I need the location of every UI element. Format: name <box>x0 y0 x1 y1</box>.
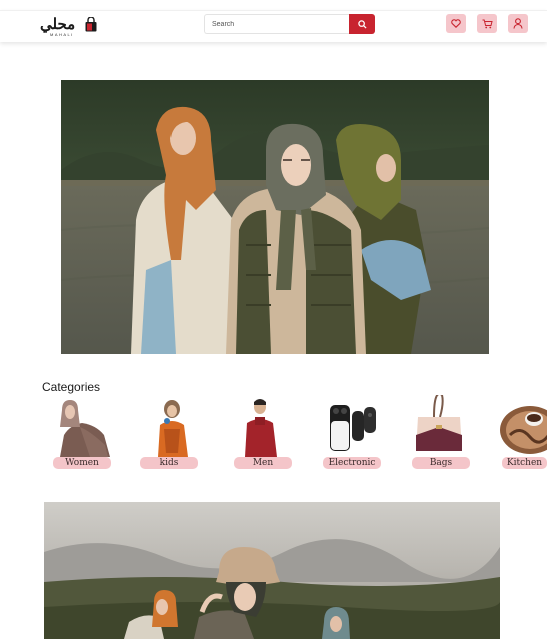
heart-icon <box>451 19 461 28</box>
category-women[interactable]: Women <box>50 395 120 475</box>
cart-button[interactable] <box>477 14 497 33</box>
hero-banner-image[interactable] <box>61 80 489 354</box>
category-kids[interactable]: kids <box>140 395 210 475</box>
brand-logo[interactable]: محلي MAHALI <box>40 15 100 39</box>
kids-category-image <box>158 400 188 457</box>
bags-category-image <box>416 395 462 451</box>
men-category-image <box>245 399 277 457</box>
category-label: Bags <box>412 457 470 469</box>
category-bags[interactable]: Bags <box>412 395 482 475</box>
search-input[interactable] <box>204 14 350 34</box>
electronic-category-image <box>330 405 376 451</box>
search-icon <box>357 19 367 29</box>
site-header: محلي MAHALI <box>0 10 547 42</box>
cart-icon <box>482 19 493 28</box>
logo-arabic-text: محلي <box>40 15 76 33</box>
account-button[interactable] <box>508 14 528 33</box>
category-label: Kitchen <box>502 457 547 469</box>
shopping-bag-logo-icon <box>85 17 97 32</box>
search-bar <box>204 14 375 34</box>
categories-heading: Categories <box>42 380 101 394</box>
category-label: Women <box>53 457 111 469</box>
wishlist-button[interactable] <box>446 14 466 33</box>
women-category-image <box>60 400 110 457</box>
category-label: Electronic <box>323 457 381 469</box>
category-men[interactable]: Men <box>233 395 303 475</box>
search-button[interactable] <box>349 14 375 34</box>
promo-banner-image[interactable] <box>44 502 500 639</box>
top-strip <box>0 0 547 10</box>
category-electronic[interactable]: Electronic <box>322 395 392 475</box>
category-kitchen[interactable]: Kitchen <box>500 395 547 475</box>
kitchen-category-image <box>500 406 547 454</box>
category-label: Men <box>234 457 292 469</box>
logo-latin-text: MAHALI <box>50 32 74 37</box>
category-label: kids <box>140 457 198 469</box>
user-icon <box>513 18 523 29</box>
